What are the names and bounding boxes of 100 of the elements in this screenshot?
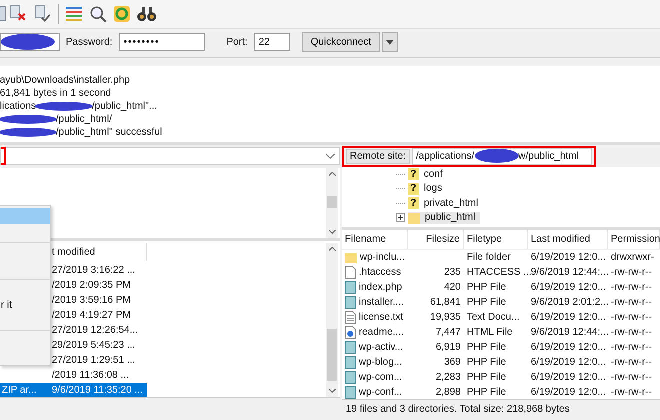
local-path-field[interactable]: [0, 147, 340, 165]
table-cell: HTACCESS ...: [467, 267, 532, 278]
column-header[interactable]: Filetype: [464, 230, 528, 249]
column-header[interactable]: Filename: [342, 230, 408, 249]
highlight-frame: [1, 147, 6, 165]
file-row[interactable]: readme.... 7,447 HTML File 9/6/2019 12:44:... -rw-rw-r--: [342, 325, 660, 340]
quickconnect-button[interactable]: Quickconnect: [302, 32, 380, 52]
log-text: 61,841 bytes in 1 second: [0, 88, 112, 99]
password-field[interactable]: ••••••••: [118, 33, 205, 51]
scroll-down-icon[interactable]: [328, 230, 336, 234]
table-cell: 9/6/2019 12:44:...: [531, 327, 609, 338]
column-header[interactable]: Filesize: [408, 230, 464, 249]
log-text: /public_html/: [56, 114, 112, 125]
log-text: lications: [0, 101, 36, 112]
table-cell: PHP File: [467, 387, 506, 398]
table-cell: 9/6/2019 2:01:2...: [531, 297, 609, 308]
menu-item[interactable]: r it: [0, 298, 50, 312]
file-row[interactable]: wp-com... 2,283 PHP File 6/19/2019 12:0... -rw-rw-r--: [342, 370, 660, 385]
table-cell: wp-com...: [359, 372, 402, 383]
file-row[interactable]: ZIP ar... 9/6/2019 11:35:20 ...: [0, 383, 147, 397]
scrollbar-thumb[interactable]: [327, 196, 337, 208]
table-cell: -rw-rw-r--: [611, 267, 652, 278]
table-cell: -rw-rw-r--: [611, 342, 652, 353]
path-text: /applications/: [416, 150, 475, 162]
table-cell: drwxrwxr-: [611, 252, 654, 263]
remote-path-field[interactable]: /applications/ w/public_html: [412, 148, 592, 164]
scroll-down-icon[interactable]: [328, 389, 336, 393]
table-cell: 6,919: [436, 342, 461, 353]
table-cell: 6/19/2019 12:0...: [531, 372, 606, 383]
table-cell: PHP File: [467, 372, 506, 383]
table-cell: 6/19/2019 12:0...: [531, 357, 606, 368]
tree-item[interactable]: public_html: [408, 212, 480, 224]
table-cell: -rw-rw-r--: [611, 372, 652, 383]
table-cell: readme....: [359, 327, 404, 338]
file-row[interactable]: .htaccess 235 HTACCESS ...9/6/2019 12:44:... -rw-rw-r--: [342, 265, 660, 280]
file-row[interactable]: wp-activ... 6,919 PHP File 6/19/2019 12:0... -rw-rw-r--: [342, 340, 660, 355]
table-cell: PHP File: [467, 297, 506, 308]
table-cell: 6/19/2019 12:0...: [531, 252, 606, 263]
table-cell-text: 27/2019 1:29:51 ...: [51, 355, 136, 366]
column-header[interactable]: Last modified: [528, 230, 608, 249]
password-label: Password:: [66, 36, 113, 48]
port-field[interactable]: 22: [254, 33, 290, 51]
question-mark-icon: ?: [408, 197, 419, 210]
table-cell: 61,841: [430, 297, 461, 308]
table-cell: Text Docu...: [467, 312, 520, 323]
file-row[interactable]: installer.... 61,841 PHP File 9/6/2019 2:01:2... -rw-rw-r--: [342, 295, 660, 310]
file-row[interactable]: wp-conf... 2,898 PHP File 6/19/2019 12:0... -rw-rw-r--: [342, 385, 660, 399]
table-cell: wp-inclu...: [360, 252, 405, 263]
table-cell: 7,447: [436, 327, 461, 338]
table-cell: 19,935: [430, 312, 461, 323]
list-filter-icon[interactable]: [65, 5, 83, 23]
path-text: w/public_html: [518, 150, 580, 162]
tree-item[interactable]: ? private_html: [408, 197, 482, 210]
chevron-down-icon[interactable]: [326, 154, 335, 158]
table-cell: wp-blog...: [359, 357, 402, 368]
file-row[interactable]: index.php 420 PHP File 6/19/2019 12:0... -rw-rw-r--: [342, 280, 660, 295]
folder-icon: [408, 212, 420, 224]
scroll-up-icon[interactable]: [328, 172, 336, 176]
refresh-icon[interactable]: [113, 5, 131, 23]
scrollbar[interactable]: [326, 243, 338, 397]
search-icon[interactable]: [89, 5, 107, 23]
remote-site-label: Remote site:: [346, 148, 410, 164]
question-mark-icon: ?: [408, 182, 419, 195]
tree-item[interactable]: ? logs: [408, 182, 446, 195]
document-icon[interactable]: [0, 4, 6, 24]
file-row[interactable]: wp-blog... 369 PHP File 6/19/2019 12:0... -rw-rw-r--: [342, 355, 660, 370]
scroll-up-icon[interactable]: [328, 247, 336, 251]
web-page-icon: [345, 326, 356, 339]
port-label: Port:: [226, 36, 248, 48]
tree-item[interactable]: ? conf: [408, 168, 447, 180]
scrollbar[interactable]: [326, 168, 338, 238]
table-cell: PHP File: [467, 342, 506, 353]
document-icon: [345, 296, 356, 309]
document-icon: [345, 341, 356, 354]
dropdown-button[interactable]: [382, 32, 398, 52]
file-row[interactable]: wp-inclu... File folder 6/19/2019 12:0... drwxrwxr-: [342, 250, 660, 265]
column-header[interactable]: Permission: [608, 230, 660, 249]
document-check-icon[interactable]: [34, 4, 52, 24]
table-cell: 369: [444, 357, 461, 368]
table-cell: index.php: [359, 282, 402, 293]
table-cell: HTML File: [467, 327, 513, 338]
log-text: /public_html" successful: [56, 127, 162, 138]
file-row[interactable]: license.txt 19,935 Text Docu... 6/19/2019 12:0... -rw-rw-r--: [342, 310, 660, 325]
scrollbar-thumb[interactable]: [327, 329, 337, 381]
table-cell: File folder: [467, 252, 511, 263]
binoculars-icon[interactable]: [137, 5, 157, 23]
expand-icon[interactable]: [396, 213, 405, 222]
host-field[interactable]: [0, 33, 60, 51]
file-row[interactable]: /2019 11:36:08 ...: [0, 368, 147, 383]
table-cell-text: 29/2019 5:45:23 ...: [51, 340, 136, 351]
table-cell: PHP File: [467, 282, 506, 293]
table-cell: 6/19/2019 12:0...: [531, 282, 606, 293]
caret-icon: [386, 40, 394, 44]
table-cell: installer....: [359, 297, 404, 308]
table-cell: 235: [444, 267, 461, 278]
table-cell: 6/19/2019 12:0...: [531, 387, 606, 398]
table-cell: wp-activ...: [359, 342, 404, 353]
table-cell: -rw-rw-r--: [611, 282, 652, 293]
document-icon: [345, 386, 356, 399]
table-cell-text: /2019 11:36:08 ...: [51, 370, 130, 381]
